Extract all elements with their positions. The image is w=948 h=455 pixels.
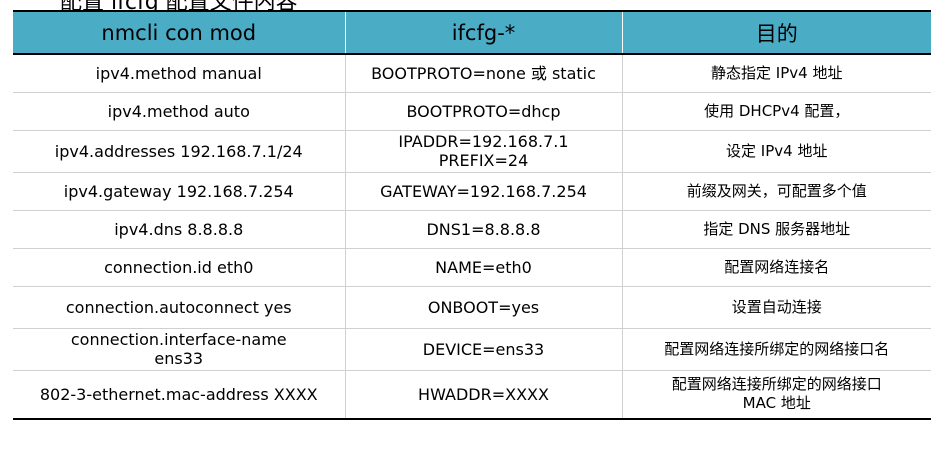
cell-text: ipv4.gateway 192.168.7.254: [63, 181, 294, 201]
nmcli-ifcfg-table: nmcli con mod ifcfg-* 目的 ipv4.method man…: [13, 10, 931, 420]
cell-text: 设定 IPv4 地址: [726, 141, 828, 160]
header-ifcfg: ifcfg-*: [345, 10, 623, 55]
header-nmcli: nmcli con mod: [13, 10, 346, 55]
cell-text: connection.id eth0: [104, 257, 254, 277]
cell-ifcfg: BOOTPROTO=none 或 static: [345, 54, 623, 93]
cell-text: IPADDR=192.168.7.1: [398, 132, 569, 151]
cell-purpose: 设置自动连接: [622, 286, 931, 329]
cell-text: ens33: [154, 349, 204, 368]
cell-text: 静态指定 IPv4 地址: [711, 63, 843, 82]
table-row: ipv4.method manual BOOTPROTO=none 或 stat…: [13, 54, 931, 93]
cell-text: 设置自动连接: [731, 297, 822, 316]
cell-ifcfg: IPADDR=192.168.7.1 PREFIX=24: [345, 130, 623, 173]
cell-text: GATEWAY=192.168.7.254: [380, 181, 587, 201]
cell-purpose: 设定 IPv4 地址: [622, 130, 931, 173]
cell-nmcli: ipv4.addresses 192.168.7.1/24: [13, 130, 346, 173]
cell-ifcfg: GATEWAY=192.168.7.254: [345, 172, 623, 211]
cell-nmcli: ipv4.method manual: [13, 54, 346, 93]
cell-nmcli: connection.id eth0: [13, 248, 346, 287]
table-row: connection.autoconnect yes ONBOOT=yes 设置…: [13, 286, 931, 329]
cell-purpose: 配置网络连接名: [622, 248, 931, 287]
cell-purpose: 配置网络连接所绑定的网络接口 MAC 地址: [622, 370, 931, 420]
table-row: connection.id eth0 NAME=eth0 配置网络连接名: [13, 248, 931, 287]
table-row: ipv4.addresses 192.168.7.1/24 IPADDR=192…: [13, 130, 931, 173]
cell-text: NAME=eth0: [435, 257, 532, 277]
cell-text: ipv4.addresses 192.168.7.1/24: [54, 141, 303, 161]
cell-text: 指定 DNS 服务器地址: [703, 219, 851, 238]
cell-nmcli: ipv4.dns 8.8.8.8: [13, 210, 346, 249]
cell-text: PREFIX=24: [438, 151, 529, 170]
cell-nmcli: ipv4.gateway 192.168.7.254: [13, 172, 346, 211]
cell-text: 前缀及网关，可配置多个值: [686, 181, 867, 200]
cell-text: 配置网络连接所绑定的网络接口名: [664, 339, 890, 358]
cell-text: 配置网络连接名: [724, 257, 830, 276]
cell-text: 802-3-ethernet.mac-address XXXX: [39, 384, 318, 404]
cell-ifcfg: NAME=eth0: [345, 248, 623, 287]
cell-text: BOOTPROTO=none 或 static: [371, 63, 596, 83]
cell-text: ONBOOT=yes: [427, 297, 540, 317]
cell-purpose: 指定 DNS 服务器地址: [622, 210, 931, 249]
cell-purpose: 静态指定 IPv4 地址: [622, 54, 931, 93]
table-header-row: nmcli con mod ifcfg-* 目的: [13, 10, 931, 55]
header-purpose: 目的: [622, 10, 931, 55]
cell-text: connection.interface-name: [70, 330, 287, 349]
cell-text: HWADDR=XXXX: [418, 384, 549, 404]
cell-ifcfg: DNS1=8.8.8.8: [345, 210, 623, 249]
cell-text: 配置网络连接所绑定的网络接口: [671, 375, 882, 394]
cell-purpose: 使用 DHCPv4 配置，: [622, 92, 931, 131]
cell-purpose: 配置网络连接所绑定的网络接口名: [622, 328, 931, 371]
table-row: 802-3-ethernet.mac-address XXXX HWADDR=X…: [13, 370, 931, 420]
cell-ifcfg: HWADDR=XXXX: [345, 370, 623, 420]
cell-text: 使用 DHCPv4 配置，: [704, 101, 850, 120]
cell-nmcli: 802-3-ethernet.mac-address XXXX: [13, 370, 346, 420]
cell-ifcfg: BOOTPROTO=dhcp: [345, 92, 623, 131]
cell-nmcli: connection.autoconnect yes: [13, 286, 346, 329]
cell-text: ipv4.dns 8.8.8.8: [114, 219, 244, 239]
cell-text: MAC 地址: [742, 394, 811, 413]
cell-nmcli: connection.interface-name ens33: [13, 328, 346, 371]
cell-purpose: 前缀及网关，可配置多个值: [622, 172, 931, 211]
cell-ifcfg: DEVICE=ens33: [345, 328, 623, 371]
table-row: ipv4.gateway 192.168.7.254 GATEWAY=192.1…: [13, 172, 931, 211]
cell-ifcfg: ONBOOT=yes: [345, 286, 623, 329]
cell-text: DNS1=8.8.8.8: [426, 219, 541, 239]
cell-text: connection.autoconnect yes: [65, 297, 292, 317]
table-row: connection.interface-name ens33 DEVICE=e…: [13, 328, 931, 371]
table-row: ipv4.method auto BOOTPROTO=dhcp 使用 DHCPv…: [13, 92, 931, 131]
cell-text: DEVICE=ens33: [422, 339, 545, 359]
cell-text: ipv4.method auto: [107, 101, 250, 121]
cell-text: ipv4.method manual: [95, 63, 262, 83]
table-row: ipv4.dns 8.8.8.8 DNS1=8.8.8.8 指定 DNS 服务器…: [13, 210, 931, 249]
cell-text: BOOTPROTO=dhcp: [406, 101, 561, 121]
cell-nmcli: ipv4.method auto: [13, 92, 346, 131]
